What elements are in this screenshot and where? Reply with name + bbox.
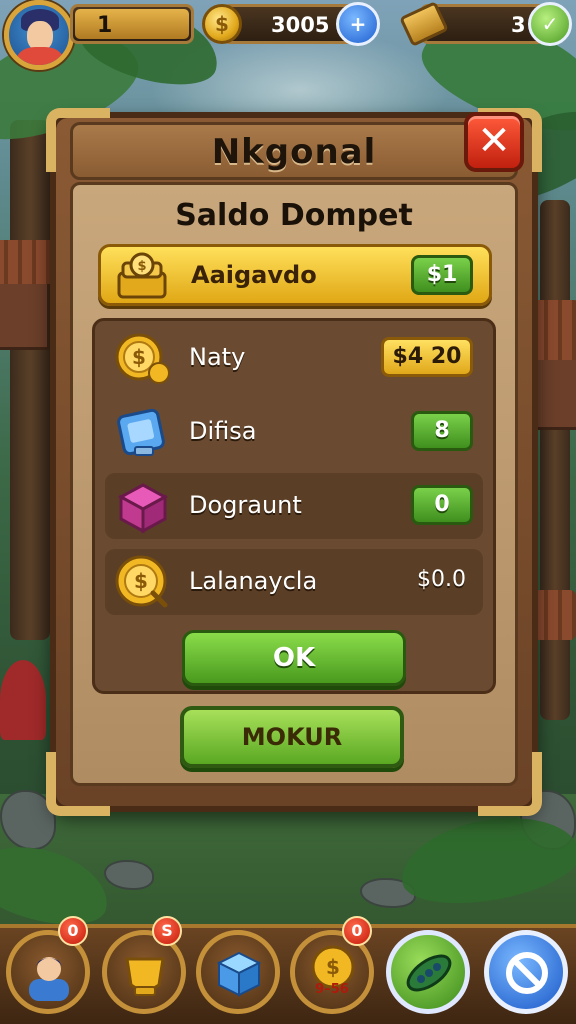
nav-inventory-button[interactable] (196, 930, 280, 1014)
tree-trunk-left (10, 120, 50, 640)
list-item[interactable]: $ Lalanaycla $0.0 (105, 549, 483, 615)
svg-text:$: $ (132, 345, 146, 369)
item-value: 8 (411, 411, 473, 451)
corner-ornament (46, 752, 110, 816)
item-value: $4 20 (381, 337, 473, 377)
item-value: 0 (411, 485, 473, 525)
svg-text:$: $ (134, 569, 148, 593)
highlight-row[interactable]: $ Aaigavdo $1 (98, 244, 492, 306)
mokur-button[interactable]: MOKUR (180, 706, 404, 768)
ticket-value: 3 (511, 13, 526, 37)
nav-settings-button[interactable] (484, 930, 568, 1014)
item-label: Naty (189, 343, 246, 371)
add-coins-button[interactable]: + (336, 2, 380, 46)
pink-box-icon (117, 483, 169, 534)
ok-button[interactable]: OK (182, 630, 406, 686)
shop-caption: 9–56 (315, 982, 349, 997)
top-hud: 1 3005 + 3 ✓ (0, 0, 576, 70)
player-avatar[interactable] (4, 0, 74, 70)
red-plant (0, 660, 46, 740)
level-value: 1 (97, 13, 113, 38)
corner-ornament (478, 752, 542, 816)
blue-cube-icon (216, 951, 262, 997)
dialog-subtitle: Saldo Dompet (175, 198, 413, 233)
check-icon: ✓ (541, 12, 559, 36)
coin-value: 3005 (271, 13, 330, 37)
notification-badge: 0 (342, 916, 372, 946)
nav-pod-button[interactable] (386, 930, 470, 1014)
close-button[interactable]: ✕ (464, 112, 524, 172)
list-item[interactable]: Difisa 8 (105, 399, 483, 465)
gold-chest-icon: $ (117, 252, 167, 299)
level-bar: 1 (70, 4, 194, 44)
highlight-value: $1 (411, 255, 473, 295)
wallet-dialog: Nkgonal ✕ Saldo Dompet $ Aaigavdo $1 $ N… (46, 108, 542, 816)
highlight-label: Aaigavdo (191, 261, 317, 289)
level-bar-fill (75, 9, 189, 39)
item-label: Dograunt (189, 491, 302, 519)
coin-icon (202, 4, 242, 44)
notification-badge: 0 (58, 916, 88, 946)
treehouse-left (0, 280, 50, 350)
list-item[interactable]: $ Naty $4 20 (105, 325, 483, 391)
treehouse-right (534, 350, 576, 430)
blue-gem-icon (117, 408, 165, 456)
close-icon: ✕ (477, 118, 511, 164)
coin-magnifier-icon: $ (115, 555, 168, 608)
gold-cup-icon (125, 957, 165, 996)
add-tickets-button[interactable]: ✓ (528, 2, 572, 46)
item-label: Lalanaycla (189, 567, 318, 595)
list-item[interactable]: Dograunt 0 (105, 473, 483, 539)
notification-badge: S (152, 916, 182, 946)
refresh-icon (506, 952, 548, 994)
coin-stack-icon: $ (115, 333, 170, 384)
tree-trunk-right (540, 200, 570, 720)
svg-text:$: $ (137, 259, 146, 274)
pea-pod-icon (406, 954, 452, 992)
svg-text:$: $ (326, 955, 340, 979)
item-value: $0.0 (417, 567, 466, 592)
plus-icon: + (349, 12, 367, 36)
item-label: Difisa (189, 417, 257, 445)
character-icon (29, 957, 69, 1001)
hut-roof-lower-right (534, 590, 576, 640)
